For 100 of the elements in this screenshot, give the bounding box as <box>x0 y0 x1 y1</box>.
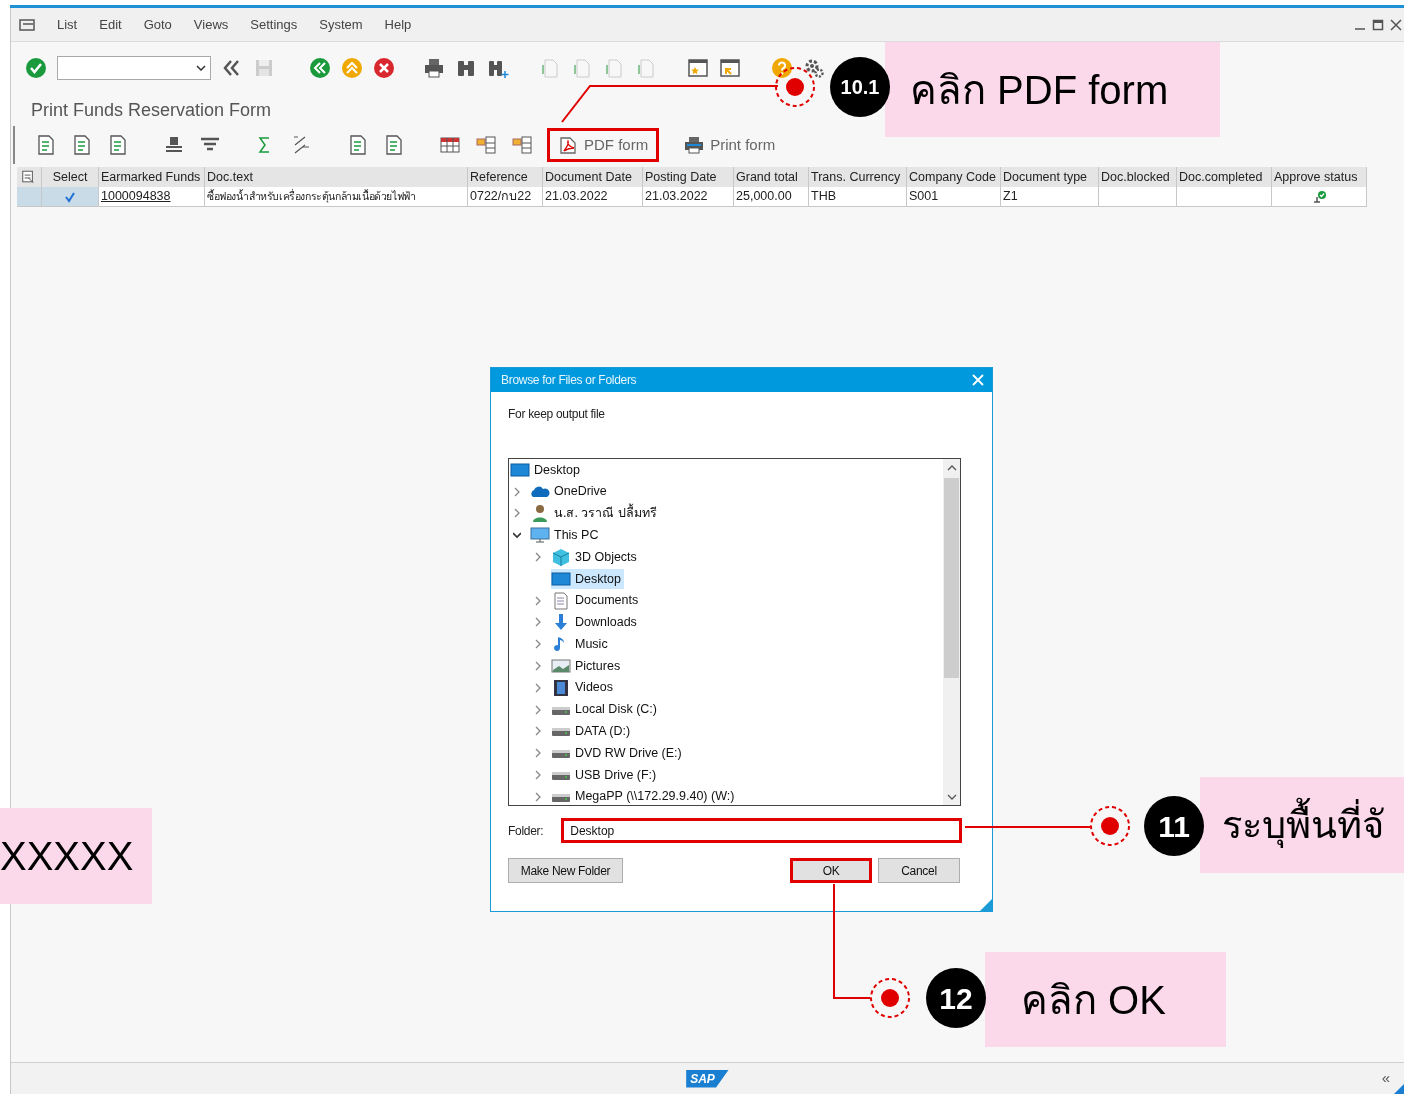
chevron-right-icon[interactable] <box>534 704 542 715</box>
monitor-icon <box>510 461 530 478</box>
check-icon[interactable] <box>25 57 47 79</box>
tree-item[interactable]: Downloads <box>551 612 640 633</box>
tree-item[interactable]: Videos <box>551 677 616 698</box>
menu-item[interactable]: List <box>57 14 78 35</box>
cube-icon <box>551 548 571 567</box>
chevron-down-icon[interactable] <box>513 530 521 541</box>
picture-icon <box>551 658 571 675</box>
column-header[interactable]: Doc.completed <box>1177 167 1272 187</box>
help-icon[interactable] <box>771 57 793 79</box>
column-header[interactable]: Document Date <box>543 167 643 187</box>
tree-item[interactable]: น.ส. วราณี ปลื้มทรี <box>530 503 660 524</box>
chevron-right-icon[interactable] <box>534 726 542 737</box>
cancel-icon[interactable] <box>373 57 395 79</box>
back-icon[interactable] <box>309 57 331 79</box>
table-cell: Z1 <box>1001 187 1099 207</box>
column-header[interactable]: Doc.blocked <box>1099 167 1177 187</box>
chevron-right-icon[interactable] <box>534 682 542 693</box>
column-header[interactable]: Trans. Currency <box>809 167 907 187</box>
printer-icon[interactable] <box>423 57 445 79</box>
table-cell: 21.03.2022 <box>543 187 643 207</box>
folder-input[interactable]: Desktop <box>561 818 963 843</box>
table-grid-icon[interactable] <box>439 134 461 156</box>
ok-button[interactable]: OK <box>790 858 872 883</box>
tree-item[interactable]: USB Drive (F:) <box>551 765 660 786</box>
close-icon[interactable] <box>1390 18 1402 31</box>
collapse-toggle[interactable]: « <box>1381 1067 1390 1090</box>
scroll-up-icon[interactable] <box>946 463 957 473</box>
layout-tree-icon[interactable] <box>511 134 533 156</box>
tree-item[interactable]: Local Disk (C:) <box>551 699 660 720</box>
pdf-form-button[interactable]: PDF form <box>547 128 660 162</box>
column-header[interactable]: Approve status <box>1272 167 1367 187</box>
monitor-icon <box>551 570 571 587</box>
target-marker <box>775 67 815 107</box>
table-cell: ซื้อฟองน้ำสำหรับเครื่องกระตุ้นกล้ามเนื้อด้วยไฟฟ้า <box>205 187 468 207</box>
column-header[interactable]: Grand total <box>734 167 809 187</box>
menu-item[interactable]: System <box>319 14 363 35</box>
cancel-button[interactable]: Cancel <box>878 858 960 883</box>
document-icon <box>551 591 571 610</box>
column-header[interactable]: Earmarked Funds <box>99 167 205 187</box>
target-marker <box>1090 806 1130 846</box>
printer-icon <box>684 135 705 155</box>
command-field[interactable] <box>57 56 211 80</box>
tree-item[interactable]: DVD RW Drive (E:) <box>551 743 685 764</box>
column-header[interactable]: Document type <box>1001 167 1099 187</box>
chevron-right-icon[interactable] <box>534 770 542 781</box>
scrollbar-thumb[interactable] <box>944 478 959 678</box>
tree-item[interactable]: This PC <box>530 525 602 546</box>
film-icon <box>551 678 571 697</box>
menu-item[interactable]: Help <box>384 14 412 35</box>
settings-icon[interactable] <box>803 57 825 79</box>
scrollbar[interactable] <box>943 459 960 805</box>
menu-icon[interactable] <box>19 18 35 31</box>
chevron-right-icon[interactable] <box>534 661 542 672</box>
column-settings-icon[interactable] <box>17 167 42 187</box>
chevron-right-icon[interactable] <box>534 748 542 759</box>
table-cell: THB <box>809 187 907 207</box>
chevron-right-icon[interactable] <box>534 791 542 802</box>
screen-title: Print Funds Reservation Form <box>31 98 272 122</box>
chevron-right-icon[interactable] <box>513 508 521 519</box>
chevron-right-icon[interactable] <box>534 595 542 606</box>
menu-item[interactable]: Views <box>193 14 229 35</box>
sap-logo: SAP <box>686 1069 729 1088</box>
chevron-right-icon[interactable] <box>534 639 542 650</box>
folder-label: Folder: <box>508 822 544 840</box>
layout-change-icon[interactable] <box>475 134 497 156</box>
callout-text: ระบุพื้นที่จั <box>1222 796 1384 854</box>
make-new-folder-button[interactable]: Make New Folder <box>508 858 623 883</box>
resize-grip-icon <box>1394 1084 1404 1094</box>
column-header[interactable]: Select <box>42 167 99 187</box>
chevron-right-icon[interactable] <box>534 552 542 563</box>
scroll-down-icon[interactable] <box>946 792 957 802</box>
table-cell: 25,000.00 <box>734 187 809 207</box>
column-header[interactable]: Company Code <box>907 167 1001 187</box>
column-header[interactable]: Posting Date <box>643 167 734 187</box>
chevron-right-icon[interactable] <box>513 486 521 497</box>
tree-item[interactable]: Music <box>551 634 611 655</box>
target-marker <box>870 978 910 1018</box>
callout-text: XXXXX <box>0 833 134 880</box>
tree-item[interactable]: DATA (D:) <box>551 721 634 742</box>
tree-item[interactable]: MegaPP (\\172.29.9.40) (W:) <box>551 786 738 807</box>
tree-item[interactable]: Desktop <box>510 459 583 480</box>
menu-item[interactable]: Goto <box>143 14 172 35</box>
table-cell: 21.03.2022 <box>643 187 734 207</box>
tree-item[interactable]: 3D Objects <box>551 547 640 568</box>
tree-item[interactable]: Documents <box>551 590 642 611</box>
tree-item[interactable]: Pictures <box>551 656 624 677</box>
column-header[interactable]: Doc.text <box>205 167 468 187</box>
column-header[interactable]: Reference <box>468 167 543 187</box>
up-icon[interactable] <box>341 57 363 79</box>
chevron-right-icon[interactable] <box>534 617 542 628</box>
computer-icon <box>530 527 550 544</box>
document-link[interactable]: 1000094838 <box>101 187 171 206</box>
menu-item[interactable]: Settings <box>250 14 298 35</box>
maximize-icon[interactable] <box>1372 18 1384 31</box>
menu-item[interactable]: Edit <box>99 14 122 35</box>
print-form-button[interactable]: Print form <box>673 128 787 162</box>
tree-item[interactable]: OneDrive <box>530 481 610 502</box>
tree-item[interactable]: Desktop <box>551 568 624 589</box>
